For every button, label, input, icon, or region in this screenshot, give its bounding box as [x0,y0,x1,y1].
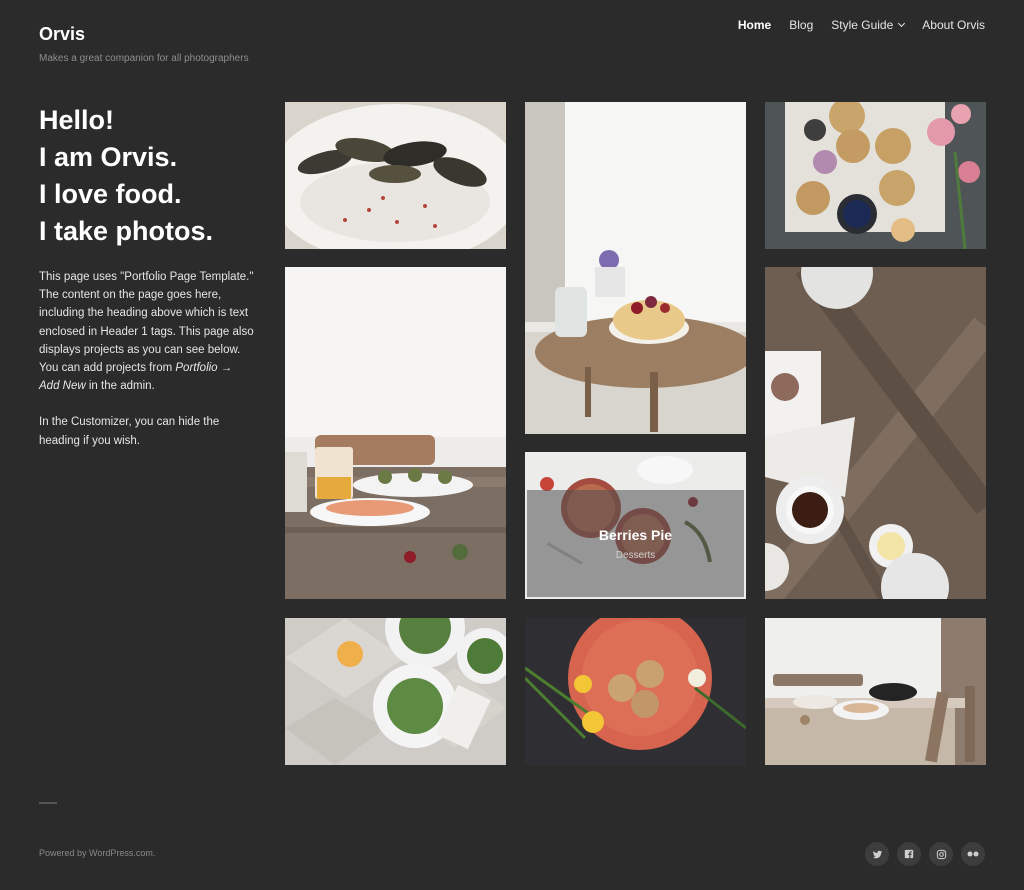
nav-item-about[interactable]: About Orvis [922,18,985,32]
nav-item-home[interactable]: Home [738,18,771,32]
wood-table-coffee-photo [765,267,986,599]
flickr-icon[interactable] [961,842,985,866]
muffins-flowers-photo [765,102,986,249]
fruit-bowl-table-photo [525,102,746,434]
featured-project-overlay: Berries Pie Desserts [527,490,744,597]
nav-item-style-guide-label: Style Guide [831,18,894,32]
oysters-photo [285,102,506,249]
nav-item-style-guide[interactable]: Style Guide [831,18,906,32]
main-navigation: Home Blog Style Guide About Orvis [738,18,985,32]
page-heading: Hello! I am Orvis. I love food. I take p… [39,102,254,250]
portfolio-item-cookies[interactable] [525,618,746,765]
intro-section: Hello! I am Orvis. I love food. I take p… [39,102,254,450]
portfolio-item-fruit-bowl[interactable] [525,102,746,434]
breakfast-table-photo [285,267,506,599]
portfolio-item-berries-pie[interactable]: Berries Pie Desserts [525,452,746,599]
nav-item-blog[interactable]: Blog [789,18,813,32]
intro-paragraph: This page uses "Portfolio Page Template.… [39,268,254,395]
intro-text: This page uses "Portfolio Page Template.… [39,271,254,375]
facebook-icon[interactable] [897,842,921,866]
customizer-paragraph: In the Customizer, you can hide the head… [39,416,220,447]
site-title[interactable]: Orvis [39,24,85,45]
site-tagline: Makes a great companion for all photogra… [39,53,249,64]
heading-line: I am Orvis. [39,142,178,172]
twitter-icon[interactable] [865,842,889,866]
project-title[interactable]: Berries Pie [599,527,672,543]
heading-line: Hello! [39,105,115,135]
portfolio-item-wood-table[interactable] [765,267,986,599]
project-category[interactable]: Desserts [616,550,655,561]
salad-plates-photo [285,618,506,765]
portfolio-item-dining[interactable] [765,618,986,765]
instagram-icon[interactable] [929,842,953,866]
footer-divider [39,802,57,804]
heading-line: I love food. [39,179,182,209]
portfolio-item-breakfast[interactable] [285,267,506,599]
rustic-dining-photo [765,618,986,765]
portfolio-item-muffins[interactable] [765,102,986,249]
intro-text-end: in the admin. [85,380,155,393]
cookies-plate-photo [525,618,746,765]
social-links [865,842,985,866]
portfolio-item-oysters[interactable] [285,102,506,249]
portfolio-item-salads[interactable] [285,618,506,765]
heading-line: I take photos. [39,216,214,246]
chevron-down-icon [898,19,906,28]
powered-by-link[interactable]: Powered by WordPress.com. [39,848,155,858]
